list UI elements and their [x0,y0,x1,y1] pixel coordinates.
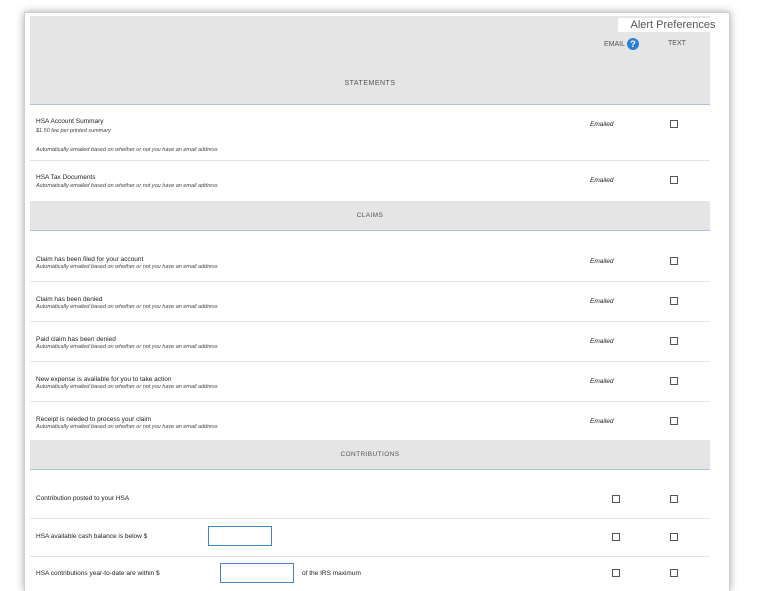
section-header-contributions: CONTRIBUTIONS [30,441,710,470]
row-subtext: Automatically emailed based on whether o… [36,344,218,350]
row-title: HSA Account Summary [36,118,104,125]
row-title: Contribution posted to your HSA [36,495,130,502]
table-row: HSA contributions year-to-date are withi… [30,557,710,590]
row-subtext: Automatically emailed based on whether o… [36,183,218,189]
email-status: Emailed [590,121,614,128]
email-status: Emailed [590,177,614,184]
text-checkbox[interactable] [670,533,678,541]
cash-balance-threshold-input[interactable] [208,526,272,546]
row-subtext: Automatically emailed based on whether o… [36,304,218,310]
contribution-limit-threshold-input[interactable] [220,563,294,583]
text-checkbox[interactable] [670,569,678,577]
row-title: Paid claim has been denied [36,336,116,343]
email-checkbox[interactable] [612,569,620,577]
email-status: Emailed [590,258,614,265]
text-checkbox[interactable] [670,377,678,385]
row-subtext: Automatically emailed based on whether o… [36,147,218,153]
alert-preferences-title: Alert Preferences [618,18,728,32]
email-status: Emailed [590,298,614,305]
text-checkbox[interactable] [670,257,678,265]
table-row: Claim has been denied Automatically emai… [30,282,710,322]
text-checkbox[interactable] [670,417,678,425]
section-title-statements: STATEMENTS [344,80,396,87]
table-row: HSA Tax Documents Automatically emailed … [30,161,710,202]
row-subtext: Automatically emailed based on whether o… [36,424,218,430]
table-header: Alert Preferences EMAIL ? TEXT STATEMENT… [30,16,728,105]
row-subtext: Automatically emailed based on whether o… [36,384,218,390]
text-checkbox[interactable] [670,495,678,503]
table-row: HSA Account Summary $1.50 fee per printe… [30,105,710,161]
table-row: Paid claim has been denied Automatically… [30,322,710,362]
section-header-claims: CLAIMS [30,202,710,231]
email-status: Emailed [590,418,614,425]
row-fee-note: $1.50 fee per printed summary [36,128,111,134]
row-title: Receipt is needed to process your claim [36,416,152,423]
table-row: HSA available cash balance is below $ [30,519,710,557]
table-row: Contribution posted to your HSA [30,481,710,519]
email-column-header: EMAIL ? [604,38,640,50]
email-column-label: EMAIL [604,40,626,48]
row-subtext: Automatically emailed based on whether o… [36,264,218,270]
email-checkbox[interactable] [612,533,620,541]
row-title: Claim has been filed for your account [36,256,144,263]
section-title-contributions: CONTRIBUTIONS [340,451,400,458]
row-title: New expense is available for you to take… [36,376,172,383]
email-checkbox[interactable] [612,495,620,503]
text-checkbox[interactable] [670,176,678,184]
section-title-claims: CLAIMS [356,212,384,219]
text-checkbox[interactable] [670,337,678,345]
table-row: Receipt is needed to process your claim … [30,402,710,441]
row-title: Claim has been denied [36,296,103,303]
row-suffix: of the IRS maximum [302,570,361,577]
row-title: HSA contributions year-to-date are withi… [36,570,160,577]
help-icon[interactable]: ? [627,38,640,50]
email-status: Emailed [590,378,614,385]
row-title: HSA Tax Documents [36,174,96,181]
email-status: Emailed [590,338,614,345]
table-row: New expense is available for you to take… [30,362,710,402]
row-title: HSA available cash balance is below $ [36,533,148,540]
text-column-header: TEXT [668,40,686,47]
text-checkbox[interactable] [670,297,678,305]
table-row: Claim has been filed for your account Au… [30,242,710,282]
text-checkbox[interactable] [670,120,678,128]
